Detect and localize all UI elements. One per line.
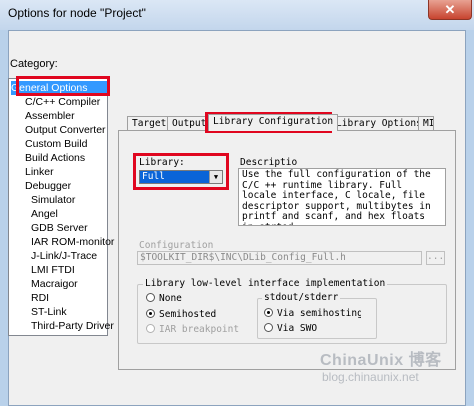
radio-row-iar-breakpoint: IAR breakpoint — [146, 324, 239, 335]
title-bar: Options for node "Project" ✕ — [0, 0, 474, 30]
radio-none[interactable] — [146, 293, 155, 302]
category-item-build-actions[interactable]: Build Actions — [25, 151, 85, 165]
radio-iar-breakpoint — [146, 324, 155, 333]
configuration-browse-button[interactable]: ... — [426, 251, 445, 265]
category-item-simulator[interactable]: Simulator — [31, 193, 75, 207]
category-item-general-options[interactable]: General Options — [11, 81, 107, 95]
category-item-macraigor[interactable]: Macraigor — [31, 277, 78, 291]
watermark-logo: ChinaUnix 博客 — [320, 352, 442, 369]
category-item-rdi[interactable]: RDI — [31, 291, 49, 305]
configuration-path-input[interactable]: $TOOLKIT_DIR$\INC\DLib_Config_Full.h — [137, 251, 422, 265]
category-item-custom-build[interactable]: Custom Build — [25, 137, 87, 151]
radio-via-semihosting-label: Via semihosting — [277, 308, 361, 319]
window-title: Options for node "Project" — [8, 6, 146, 20]
category-item-linker[interactable]: Linker — [25, 165, 54, 179]
library-select[interactable]: Full ▼ — [139, 170, 223, 184]
stdout-stderr-title: stdout/stderr — [262, 292, 341, 303]
close-button[interactable]: ✕ — [428, 0, 472, 20]
radio-row-none[interactable]: None — [146, 293, 182, 304]
radio-via-swo[interactable] — [264, 323, 273, 332]
radio-semihosted-label: Semihosted — [159, 309, 217, 320]
radio-row-via-swo[interactable]: Via SWO — [264, 323, 317, 334]
library-label: Library: — [139, 157, 185, 168]
category-label: Category: — [10, 58, 58, 70]
low-level-interface-title: Library low-level interface implementati… — [143, 278, 388, 289]
category-item-jlink[interactable]: J-Link/J-Trace — [31, 249, 97, 263]
chevron-down-icon[interactable]: ▼ — [209, 171, 222, 183]
category-item-angel[interactable]: Angel — [31, 207, 58, 221]
radio-row-semihosted[interactable]: Semihosted — [146, 309, 216, 320]
radio-via-semihosting[interactable] — [264, 308, 273, 317]
radio-row-via-semihosting[interactable]: Via semihosting — [264, 308, 361, 319]
radio-semihosted[interactable] — [146, 309, 155, 318]
category-item-iar-rom-monitor[interactable]: IAR ROM-monitor — [31, 235, 114, 249]
description-text: Use the full configuration of the C/C ++… — [238, 168, 446, 226]
tab-mi[interactable]: MI — [418, 116, 434, 130]
category-item-c-compiler[interactable]: C/C++ Compiler — [25, 95, 100, 109]
tab-library-configuration[interactable]: Library Configuration — [208, 114, 339, 131]
category-list[interactable]: General Options C/C++ Compiler Assembler… — [8, 78, 114, 336]
close-icon: ✕ — [444, 2, 456, 17]
radio-via-swo-label: Via SWO — [277, 323, 318, 334]
category-item-assembler[interactable]: Assembler — [25, 109, 75, 123]
tab-library-options[interactable]: Library Options — [331, 116, 427, 130]
tab-output[interactable]: Output — [167, 116, 212, 130]
watermark-url: blog.chinaunix.net — [322, 370, 419, 384]
description-label: Descriptio — [240, 157, 298, 168]
category-item-output-converter[interactable]: Output Converter — [25, 123, 106, 137]
category-item-debugger[interactable]: Debugger — [25, 179, 71, 193]
tab-target[interactable]: Target — [127, 116, 172, 130]
category-item-lmi-ftdi[interactable]: LMI FTDI — [31, 263, 75, 277]
category-item-st-link[interactable]: ST-Link — [31, 305, 67, 319]
library-value: Full — [142, 171, 165, 182]
category-item-gdb-server[interactable]: GDB Server — [31, 221, 88, 235]
category-item-third-party-driver[interactable]: Third-Party Driver — [31, 319, 114, 333]
configuration-label: Configuration — [139, 240, 214, 251]
radio-none-label: None — [159, 293, 182, 304]
radio-iar-breakpoint-label: IAR breakpoint — [159, 324, 240, 335]
